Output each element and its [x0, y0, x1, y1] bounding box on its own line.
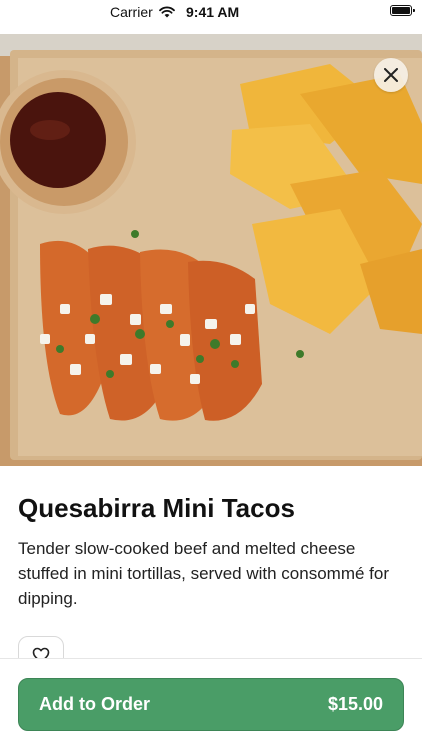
carrier-label: Carrier	[110, 4, 153, 20]
item-photo	[0, 34, 422, 466]
item-title: Quesabirra Mini Tacos	[18, 493, 295, 523]
wifi-icon	[158, 6, 175, 18]
taco-plate-illustration	[0, 34, 422, 466]
add-to-order-label: Add to Order	[39, 694, 150, 714]
close-icon	[384, 68, 398, 82]
item-description: Tender slow-cooked beef and melted chees…	[18, 539, 389, 608]
add-to-order-button[interactable]: Add to Order $15.00	[18, 678, 404, 731]
battery-icon	[390, 5, 415, 16]
close-button[interactable]	[374, 58, 408, 92]
carrier-indicator: Carrier	[110, 4, 175, 20]
status-time: 9:41 AM	[186, 4, 240, 20]
item-details: Quesabirra Mini Tacos Tender slow-cooked…	[18, 492, 406, 611]
item-price: $15.00	[327, 694, 383, 714]
status-bar: Carrier 9:41 AM	[0, 0, 422, 26]
